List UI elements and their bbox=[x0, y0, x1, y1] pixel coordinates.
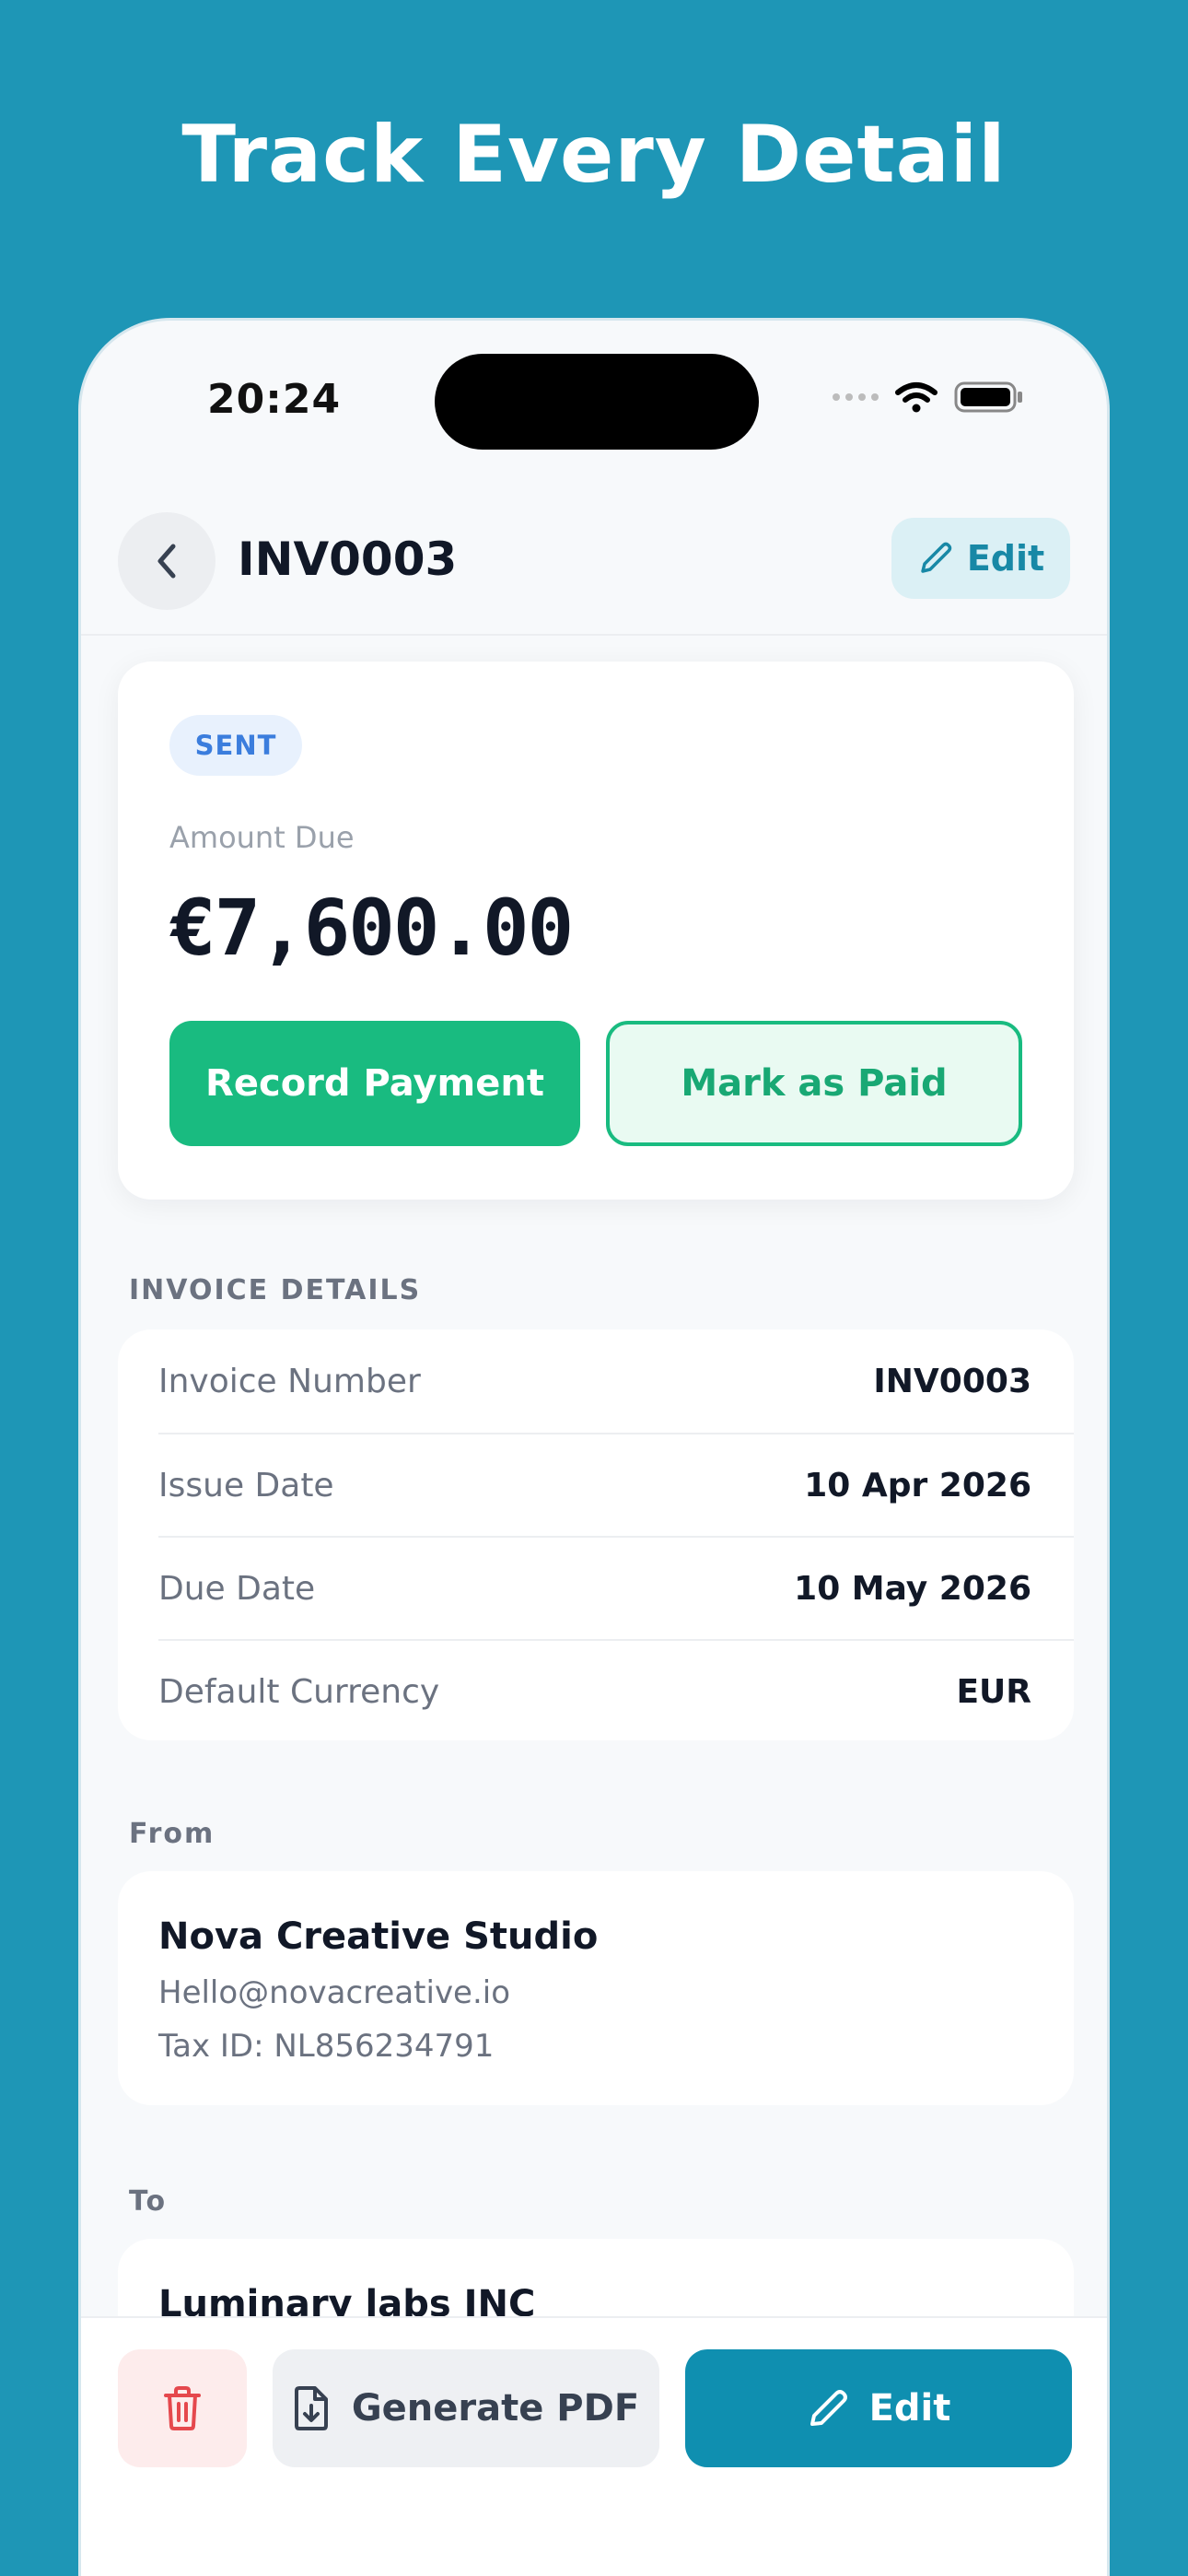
nav-bar: INV0003 Edit bbox=[81, 505, 1107, 636]
from-email: Hello@novacreative.io bbox=[158, 1974, 511, 2011]
detail-value: 10 May 2026 bbox=[794, 1569, 1031, 1608]
edit-button-top[interactable]: Edit bbox=[891, 518, 1070, 599]
phone-screen: 20:24 INV0003 Edit SENT Amount Due €7,60… bbox=[78, 318, 1110, 2576]
back-button[interactable] bbox=[118, 512, 215, 610]
invoice-details-heading: INVOICE DETAILS bbox=[129, 1274, 422, 1306]
detail-value: 10 Apr 2026 bbox=[804, 1466, 1031, 1505]
generate-pdf-button[interactable]: Generate PDF bbox=[273, 2349, 659, 2467]
generate-pdf-label: Generate PDF bbox=[351, 2387, 640, 2430]
mark-as-paid-button[interactable]: Mark as Paid bbox=[606, 1021, 1022, 1146]
detail-row-due-date: Due Date 10 May 2026 bbox=[158, 1536, 1074, 1639]
signal-icon bbox=[833, 393, 879, 401]
from-tax-id: Tax ID: NL856234791 bbox=[158, 2028, 495, 2065]
detail-row-currency: Default Currency EUR bbox=[158, 1639, 1074, 1742]
detail-value: EUR bbox=[956, 1672, 1031, 1711]
status-badge: SENT bbox=[169, 715, 302, 776]
detail-label: Default Currency bbox=[158, 1672, 440, 1711]
record-payment-button[interactable]: Record Payment bbox=[169, 1021, 580, 1146]
trash-icon bbox=[164, 2386, 201, 2430]
page-title: INV0003 bbox=[238, 533, 458, 586]
headline: Track Every Detail bbox=[181, 109, 1007, 201]
file-download-icon bbox=[294, 2386, 328, 2430]
edit-bottom-label: Edit bbox=[868, 2387, 951, 2430]
status-bar: 20:24 bbox=[81, 321, 1107, 459]
status-icons bbox=[833, 381, 1024, 413]
amount-label: Amount Due bbox=[169, 820, 355, 855]
detail-row-issue-date: Issue Date 10 Apr 2026 bbox=[158, 1433, 1074, 1536]
status-time: 20:24 bbox=[207, 376, 342, 423]
detail-value: INV0003 bbox=[873, 1362, 1031, 1400]
amount-due: €7,600.00 bbox=[169, 883, 574, 973]
edit-button-bottom[interactable]: Edit bbox=[685, 2349, 1072, 2467]
from-name: Nova Creative Studio bbox=[158, 1915, 599, 1958]
detail-label: Due Date bbox=[158, 1569, 316, 1608]
pencil-icon bbox=[921, 542, 952, 573]
amount-summary-card: SENT Amount Due €7,600.00 Record Payment… bbox=[118, 662, 1074, 1200]
chevron-left-icon bbox=[157, 544, 176, 579]
to-heading: To bbox=[129, 2185, 168, 2218]
pencil-icon bbox=[809, 2390, 847, 2426]
bottom-action-bar: Generate PDF Edit bbox=[81, 2316, 1107, 2576]
dynamic-island bbox=[435, 354, 759, 450]
detail-label: Issue Date bbox=[158, 1466, 334, 1505]
invoice-details-card: Invoice Number INV0003 Issue Date 10 Apr… bbox=[118, 1329, 1074, 1740]
edit-button-label: Edit bbox=[966, 538, 1045, 579]
battery-icon bbox=[954, 381, 1022, 413]
from-card: Nova Creative Studio Hello@novacreative.… bbox=[118, 1871, 1074, 2105]
detail-row-invoice-number: Invoice Number INV0003 bbox=[158, 1329, 1074, 1433]
detail-label: Invoice Number bbox=[158, 1362, 421, 1400]
from-heading: From bbox=[129, 1818, 215, 1850]
wifi-icon bbox=[895, 382, 938, 413]
delete-button[interactable] bbox=[118, 2349, 247, 2467]
